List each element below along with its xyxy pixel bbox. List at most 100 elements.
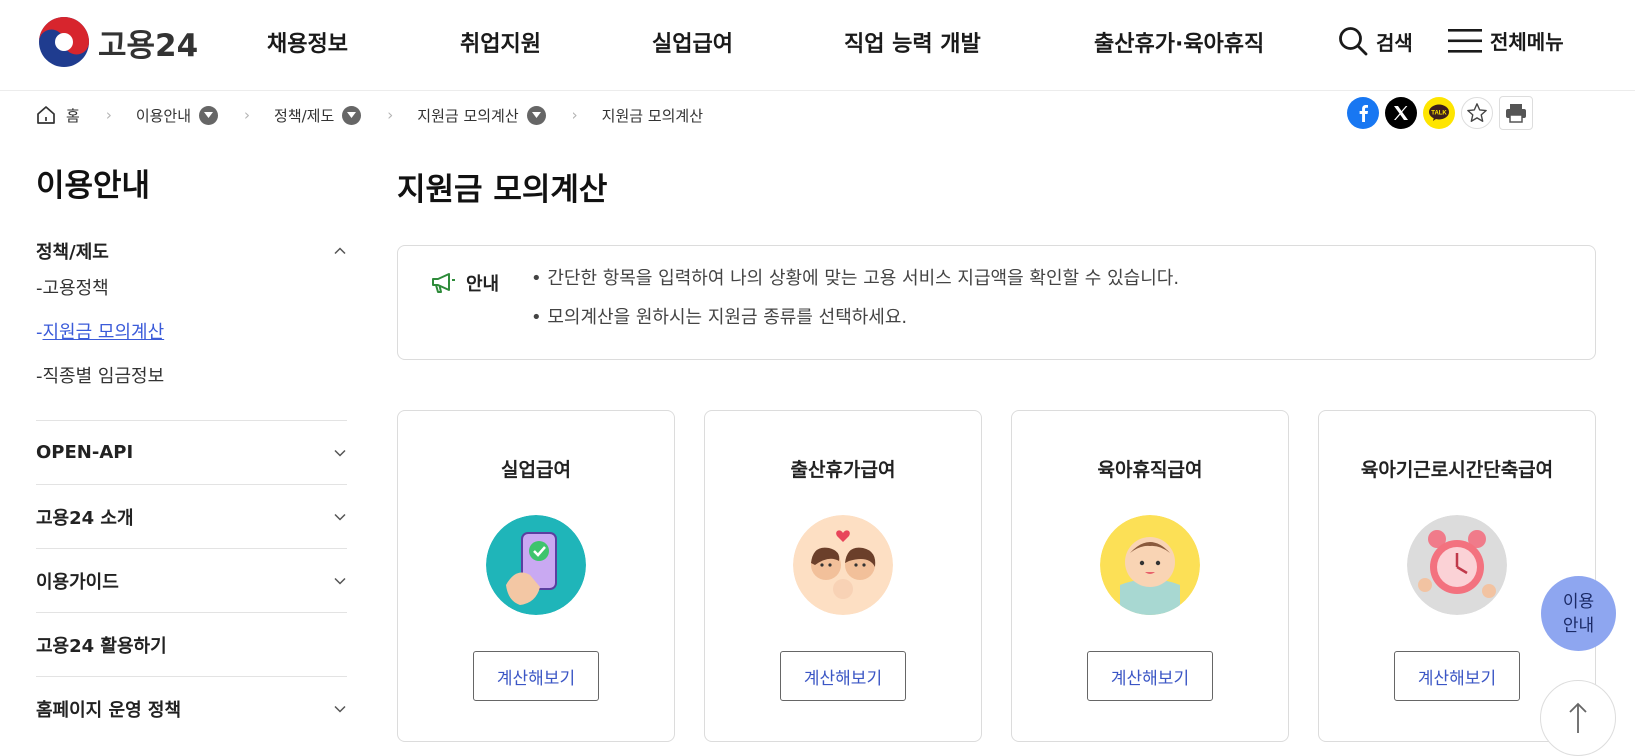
breadcrumb-item-policy[interactable]: 정책/제도 xyxy=(274,105,362,126)
breadcrumb-separator-icon: › xyxy=(387,106,394,124)
breadcrumb-home[interactable]: 홈 xyxy=(36,105,80,126)
sidebar-group-head[interactable]: 정책/제도 xyxy=(36,228,347,274)
notice-box: 안내 간단한 항목을 입력하여 나의 상황에 맞는 고용 서비스 지급액을 확인… xyxy=(397,245,1596,360)
notice-label: 안내 xyxy=(430,270,499,296)
breadcrumb-separator-icon: › xyxy=(571,106,578,124)
site-logo[interactable]: 고용24 xyxy=(38,16,198,68)
x-share-button[interactable] xyxy=(1385,97,1417,129)
usage-guide-label: 이용 xyxy=(1562,591,1595,612)
alarm-clock-illustration-icon xyxy=(1407,515,1507,615)
nav-item-jobs[interactable]: 채용정보 xyxy=(267,26,348,58)
sidebar-group-label: OPEN-API xyxy=(36,442,134,463)
breadcrumb-home-label: 홈 xyxy=(66,106,80,125)
megaphone-icon xyxy=(432,273,455,293)
sidebar-group-label: 정책/제도 xyxy=(36,242,109,263)
nav-item-parental-leave[interactable]: 출산휴가·육아휴직 xyxy=(1094,26,1264,58)
logo-text: 고용24 xyxy=(98,27,199,64)
breadcrumb-item-label: 이용안내 xyxy=(135,106,192,125)
sidebar-group-head[interactable]: 고용24 활용하기 xyxy=(36,613,347,676)
sidebar-group-usage[interactable]: 고용24 활용하기 xyxy=(36,613,347,677)
phone-check-illustration-icon xyxy=(486,515,586,615)
breadcrumb-item-label: 정책/제도 xyxy=(274,106,335,125)
sidebar-group-policy[interactable]: 정책/제도 -고용정책 -지원금 모의계산 -직종별 임금정보 xyxy=(36,228,347,421)
breadcrumb-separator-icon: › xyxy=(244,106,251,124)
sidebar-item-employment-policy[interactable]: -고용정책 xyxy=(36,274,347,318)
share-toolbar: TALK xyxy=(1341,96,1533,130)
sidebar-group-label: 고용24 활용하기 xyxy=(36,635,167,657)
page-title: 지원금 모의계산 xyxy=(397,172,608,208)
usage-guide-floating-button[interactable]: 이용 안내 xyxy=(1541,576,1616,651)
family-illustration-icon xyxy=(793,515,893,615)
search-icon xyxy=(1339,27,1368,56)
card-title: 출산휴가급여 xyxy=(790,459,896,481)
chevron-up-icon xyxy=(334,247,346,255)
arrow-up-icon xyxy=(1569,702,1587,733)
hamburger-menu-icon xyxy=(1448,28,1482,53)
svg-text:TALK: TALK xyxy=(1431,111,1447,117)
calculate-button[interactable]: 계산해보기 xyxy=(1087,651,1213,701)
nav-item-unemployment-benefit[interactable]: 실업급여 xyxy=(652,26,733,58)
site-header: 고용24 채용정보 취업지원 실업급여 직업 능력 개발 출산휴가·육아휴직 검… xyxy=(0,0,1635,91)
sidebar-group-label: 고용24 소개 xyxy=(36,507,134,529)
nav-item-vocational-training[interactable]: 직업 능력 개발 xyxy=(844,26,981,58)
sidebar-group-head[interactable]: 고용24 소개 xyxy=(36,485,347,548)
breadcrumb: 홈 › 이용안내 › 정책/제도 › 지원금 모의계산 › 지원금 모의계산 xyxy=(36,100,703,130)
facebook-icon xyxy=(1359,105,1368,122)
home-icon xyxy=(37,106,55,124)
card-unemployment-benefit: 실업급여 계산해보기 xyxy=(397,410,675,742)
search-button[interactable]: 검색 xyxy=(1338,26,1413,56)
print-button[interactable] xyxy=(1499,96,1533,130)
usage-guide-label: 안내 xyxy=(1562,615,1595,636)
chevron-down-icon xyxy=(334,513,346,521)
kakaotalk-icon: TALK xyxy=(1429,104,1449,121)
card-maternity-leave-benefit: 출산휴가급여 계산해보기 xyxy=(704,410,982,742)
sidebar-group-label: 이용가이드 xyxy=(36,571,119,593)
chevron-down-icon[interactable] xyxy=(199,105,219,125)
all-menu-button[interactable]: 전체메뉴 xyxy=(1448,26,1564,55)
printer-icon xyxy=(1506,104,1526,123)
sidebar-group-site-policy[interactable]: 홈페이지 운영 정책 xyxy=(36,677,347,740)
sidebar-submenu: -고용정책 -지원금 모의계산 -직종별 임금정보 xyxy=(36,274,347,420)
sidebar-group-label: 홈페이지 운영 정책 xyxy=(36,699,182,721)
sidebar-group-head[interactable]: 홈페이지 운영 정책 xyxy=(36,677,347,740)
baby-illustration-icon xyxy=(1100,515,1200,615)
calculate-button[interactable]: 계산해보기 xyxy=(473,651,599,701)
notice-line: 모의계산을 원하시는 지원금 종류를 선택하세요. xyxy=(531,309,1179,348)
x-logo-icon xyxy=(1394,106,1408,120)
star-icon xyxy=(1467,103,1487,122)
calculate-button[interactable]: 계산해보기 xyxy=(1394,651,1520,701)
calculate-button[interactable]: 계산해보기 xyxy=(780,651,906,701)
chevron-down-icon xyxy=(334,577,346,585)
notice-list: 간단한 항목을 입력하여 나의 상황에 맞는 고용 서비스 지급액을 확인할 수… xyxy=(531,270,1179,348)
chevron-down-icon xyxy=(334,449,346,457)
kakaotalk-share-button[interactable]: TALK xyxy=(1423,97,1455,129)
chevron-down-icon xyxy=(334,705,346,713)
card-title: 실업급여 xyxy=(501,459,571,481)
sidebar-group-guide[interactable]: 이용가이드 xyxy=(36,549,347,613)
facebook-share-button[interactable] xyxy=(1347,97,1379,129)
sidebar-group-open-api[interactable]: OPEN-API xyxy=(36,421,347,485)
breadcrumb-item-label: 지원금 모의계산 xyxy=(417,106,519,125)
breadcrumb-current: 지원금 모의계산 xyxy=(601,106,704,125)
scroll-to-top-button[interactable] xyxy=(1540,680,1616,756)
all-menu-label: 전체메뉴 xyxy=(1490,30,1564,54)
sidebar-item-subsidy-calculator[interactable]: -지원금 모의계산 xyxy=(36,318,347,362)
search-label: 검색 xyxy=(1376,30,1413,55)
card-parental-leave-benefit: 육아휴직급여 계산해보기 xyxy=(1011,410,1289,742)
chevron-down-icon[interactable] xyxy=(526,105,546,125)
nav-item-employment-support[interactable]: 취업지원 xyxy=(460,26,541,58)
chevron-down-icon[interactable] xyxy=(342,105,362,125)
sidebar-title: 이용안내 xyxy=(36,168,151,204)
breadcrumb-item-guide[interactable]: 이용안내 xyxy=(135,105,219,126)
sidebar-group-about[interactable]: 고용24 소개 xyxy=(36,485,347,549)
sidebar-group-head[interactable]: 이용가이드 xyxy=(36,549,347,612)
sidebar: 이용안내 정책/제도 -고용정책 -지원금 모의계산 -직종별 임금정보 OPE… xyxy=(36,160,347,740)
sidebar-group-head[interactable]: OPEN-API xyxy=(36,421,347,484)
bookmark-button[interactable] xyxy=(1461,97,1493,129)
card-title: 육아기근로시간단축급여 xyxy=(1360,459,1554,481)
breadcrumb-separator-icon: › xyxy=(105,106,112,124)
card-title: 육아휴직급여 xyxy=(1097,459,1203,481)
sidebar-item-wage-info[interactable]: -직종별 임금정보 xyxy=(36,362,347,406)
breadcrumb-item-calculator[interactable]: 지원금 모의계산 xyxy=(417,105,546,126)
notice-line: 간단한 항목을 입력하여 나의 상황에 맞는 고용 서비스 지급액을 확인할 수… xyxy=(531,270,1179,309)
